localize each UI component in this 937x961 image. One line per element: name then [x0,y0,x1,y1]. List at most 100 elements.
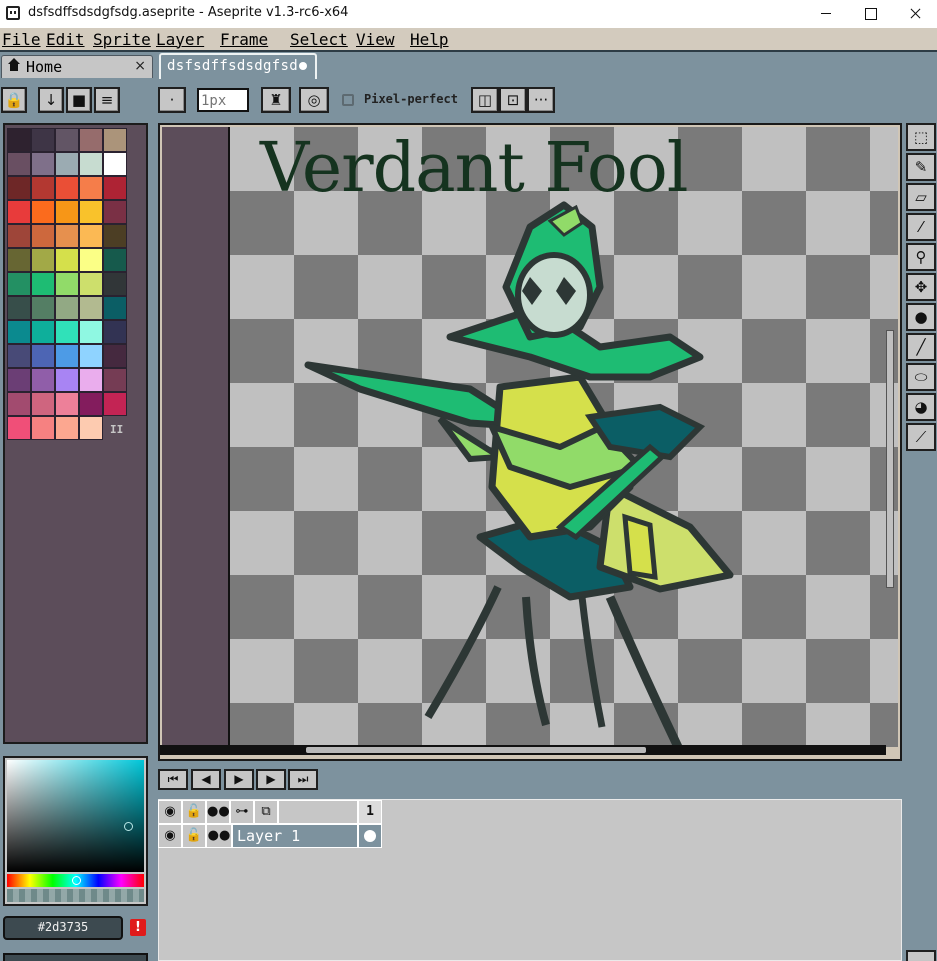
layer-continuous-toggle[interactable]: ●● [206,824,232,848]
palette-swatch[interactable] [7,176,31,200]
palette-swatch[interactable] [31,272,55,296]
palette-swatch[interactable] [31,416,55,440]
menu-layer[interactable]: Layer [156,30,204,49]
palette-swatch[interactable] [79,320,103,344]
layer-row[interactable]: ◉ 🔓 ●● Layer 1 [158,824,383,848]
palette-swatch[interactable] [55,248,79,272]
palette-swatch[interactable] [31,296,55,320]
more-options-button[interactable]: ··· [527,87,555,113]
palette-swatch[interactable] [31,224,55,248]
rectangular-marquee-tool-button[interactable]: ⬚ [906,123,936,151]
palette-resize-grip[interactable]: II [110,423,123,436]
symmetry-options-button[interactable]: ⊡ [499,87,527,113]
tab-home[interactable]: Home × [1,55,153,78]
options-button[interactable]: ≡ [94,87,120,113]
palette-swatch[interactable] [31,344,55,368]
palette-swatch[interactable] [103,272,127,296]
palette-swatch[interactable] [31,128,55,152]
palette-swatch[interactable] [103,320,127,344]
palette-swatch[interactable] [103,392,127,416]
palette-swatch[interactable] [55,344,79,368]
palette-swatch[interactable] [103,200,127,224]
palette-swatch[interactable] [31,176,55,200]
cel-frame-1[interactable] [358,824,382,848]
foreground-color-field[interactable]: #2d3735 [3,916,123,940]
down-arrow-button[interactable]: ↓ [38,87,64,113]
palette-swatch[interactable] [55,272,79,296]
continuous-header[interactable]: ●● [206,800,230,824]
palette-swatch[interactable] [7,128,31,152]
first-frame-button[interactable]: ⏮ [158,769,188,790]
palette-swatch[interactable] [7,392,31,416]
palette-swatch[interactable] [103,296,127,320]
last-frame-button[interactable]: ⏭ [288,769,318,790]
layer-visibility-toggle[interactable]: ◉ [158,824,182,848]
palette-swatch[interactable] [55,296,79,320]
close-window-button[interactable] [892,0,937,28]
palette-swatch[interactable] [79,272,103,296]
palette-swatch[interactable] [55,392,79,416]
eyedropper-tool-button[interactable]: ⁄ [906,213,936,241]
palette-swatch[interactable] [31,368,55,392]
layer-lock-toggle[interactable]: 🔓 [182,824,206,848]
tab-document[interactable]: dsfsdffsdsdgfsd [159,53,317,79]
paint-bucket-tool-button[interactable]: ● [906,303,936,331]
palette-swatch[interactable] [55,320,79,344]
layer-tree-header[interactable]: ⊶ [230,800,254,824]
brush-size-input[interactable] [199,92,245,110]
background-color-field[interactable] [3,953,148,961]
unsaved-indicator-icon[interactable] [299,62,307,70]
lock-header[interactable]: 🔓 [182,800,206,824]
palette-swatch[interactable] [55,368,79,392]
palette-swatch[interactable] [31,392,55,416]
symmetry-button[interactable]: ◫ [471,87,499,113]
move-tool-button[interactable]: ✥ [906,273,936,301]
palette-swatch[interactable] [7,416,31,440]
saturation-value-box[interactable] [7,760,144,872]
maximize-button[interactable] [848,0,894,28]
menu-file[interactable]: File [2,30,41,49]
palette-swatch[interactable] [79,224,103,248]
palette-swatch[interactable] [103,224,127,248]
square-button[interactable]: ■ [66,87,92,113]
palette-swatch[interactable] [79,200,103,224]
frame-number-1[interactable]: 1 [358,800,382,824]
palette-swatch[interactable] [79,128,103,152]
play-button[interactable]: ▶ [224,769,254,790]
menu-edit[interactable]: Edit [46,30,85,49]
eraser-tool-button[interactable]: ▱ [906,183,936,211]
menu-help[interactable]: Help [410,30,449,49]
palette-swatch[interactable] [103,152,127,176]
palette-swatch[interactable] [79,296,103,320]
hue-cursor[interactable] [72,876,81,885]
palette-swatch[interactable] [79,368,103,392]
palette-swatch[interactable] [103,368,127,392]
palette-swatch[interactable] [7,344,31,368]
pixel-perfect-checkbox[interactable] [342,94,354,106]
menu-sprite[interactable]: Sprite [93,30,151,49]
palette-swatch[interactable] [79,152,103,176]
canvas-viewport[interactable]: Verdant Fool [162,127,898,747]
ink-button[interactable]: ♜ [261,87,291,113]
vertical-scrollbar[interactable] [886,330,894,588]
brush-size-field[interactable] [197,88,249,112]
palette-swatch[interactable] [55,152,79,176]
dynamics-button[interactable]: ◎ [299,87,329,113]
menu-view[interactable]: View [356,30,395,49]
palette-swatch[interactable] [103,248,127,272]
palette-swatch[interactable] [79,416,103,440]
timeline-corner-button[interactable] [906,950,936,961]
ellipse-tool-button[interactable]: ⬭ [906,363,936,391]
palette-swatch[interactable] [55,176,79,200]
palette-swatch[interactable] [79,248,103,272]
menu-frame[interactable]: Frame [220,30,268,49]
pencil-tool-button[interactable]: ✎ [906,153,936,181]
palette-swatch[interactable] [7,368,31,392]
color-warning-icon[interactable]: ! [130,919,146,936]
line-tool-button[interactable]: ╱ [906,333,936,361]
palette-swatch[interactable] [55,128,79,152]
blur-tool-button[interactable]: ⟋ [906,423,936,451]
sv-cursor[interactable] [124,822,133,831]
minimize-button[interactable] [803,0,849,28]
next-frame-button[interactable]: ▶ [256,769,286,790]
